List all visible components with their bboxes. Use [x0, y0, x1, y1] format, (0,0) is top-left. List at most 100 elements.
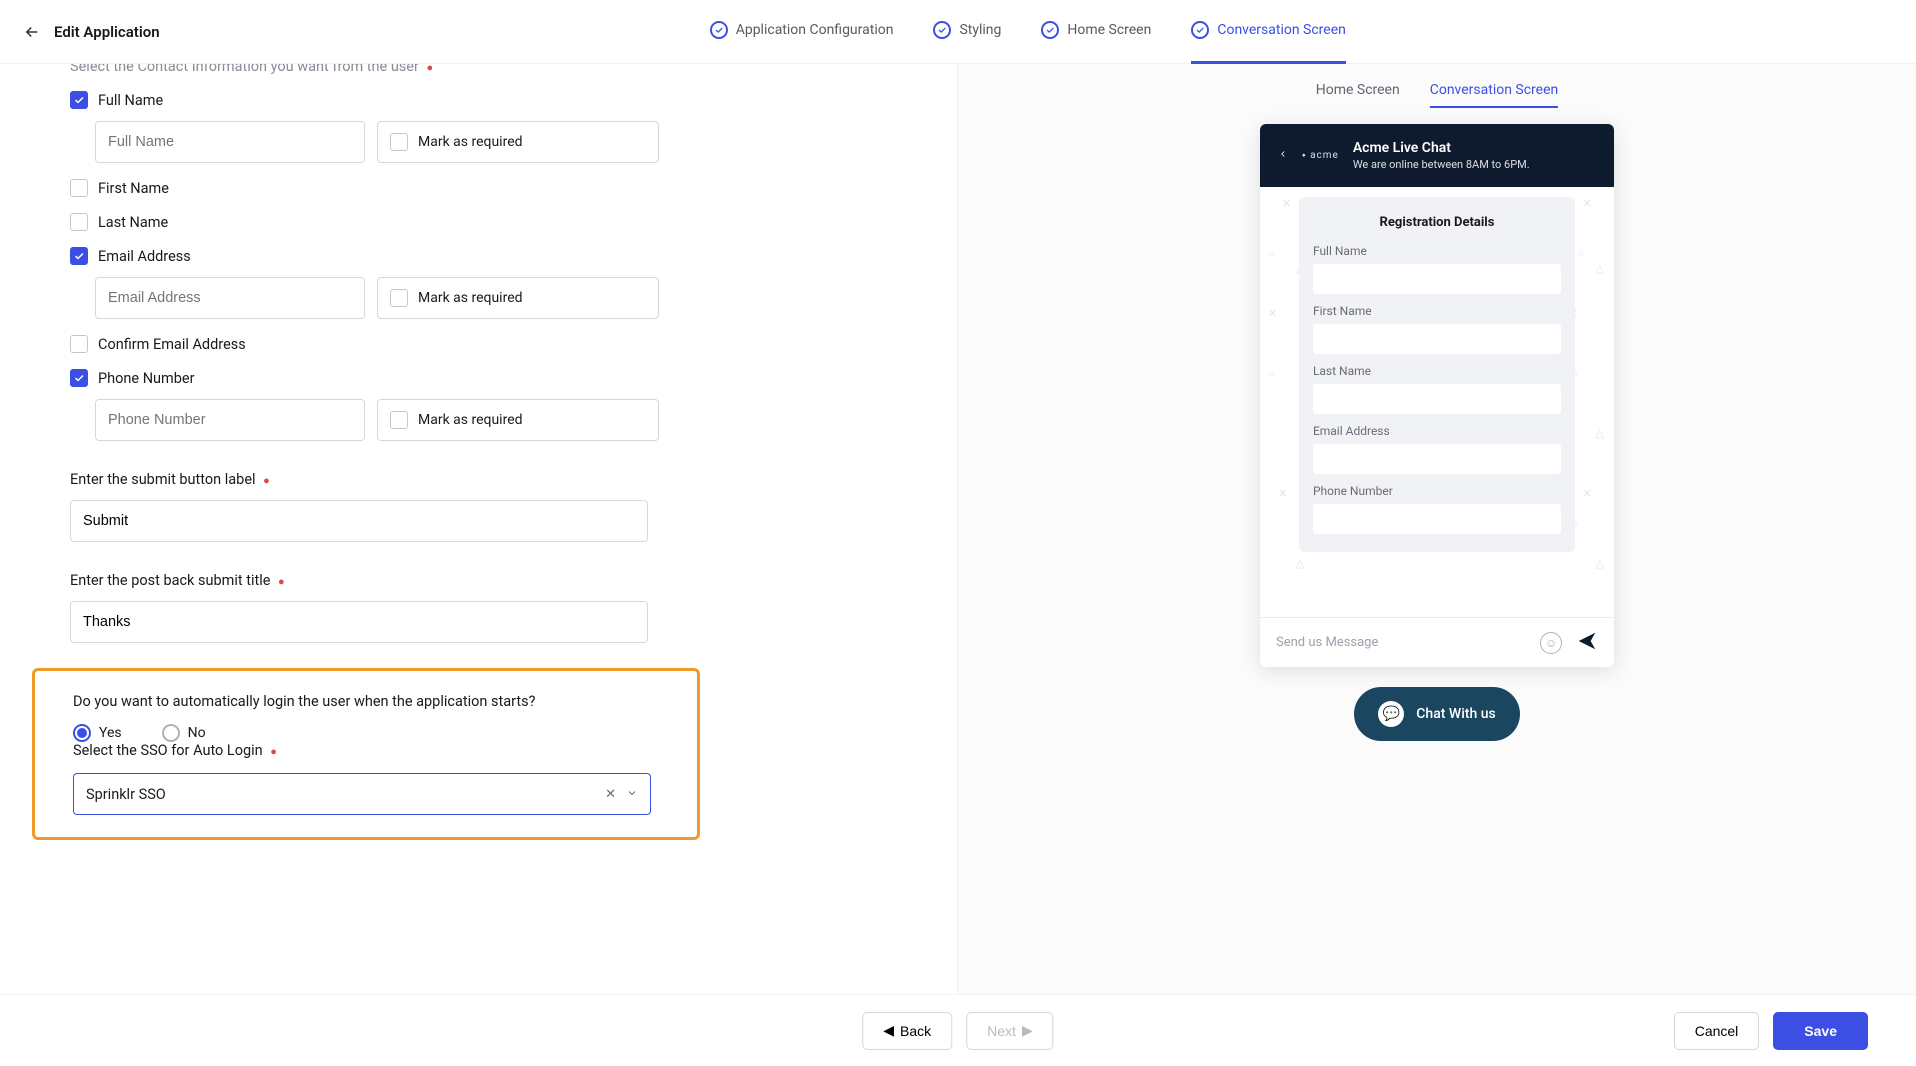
check-circle-icon [1191, 21, 1209, 39]
tab-label: Application Configuration [736, 22, 894, 38]
phone-logo: ⬩ acme [1302, 150, 1339, 161]
page-title: Edit Application [54, 23, 160, 41]
checkbox-icon [70, 213, 88, 231]
checkbox-icon [70, 179, 88, 197]
triangle-left-icon: ◀ [883, 1022, 894, 1039]
footer-bar: ◀ Back Next ▶ Cancel Save [0, 994, 1916, 1066]
tab-label: Home Screen [1067, 22, 1151, 38]
submit-label-input[interactable] [70, 500, 648, 542]
tab-styling[interactable]: Styling [933, 0, 1001, 64]
phone-title: Acme Live Chat [1353, 140, 1530, 156]
phone-input[interactable] [95, 399, 365, 441]
preview-tab-home[interactable]: Home Screen [1316, 74, 1400, 108]
button-label: Cancel [1695, 1023, 1739, 1039]
reg-card-title: Registration Details [1313, 215, 1561, 230]
button-label: Back [900, 1023, 931, 1039]
phone-subtitle: We are online between 8AM to 6PM. [1353, 158, 1530, 171]
reg-last-name-input[interactable] [1313, 384, 1561, 414]
checkbox-icon [390, 289, 408, 307]
checkbox-confirm-email[interactable]: Confirm Email Address [70, 335, 927, 353]
tab-home-screen[interactable]: Home Screen [1041, 0, 1151, 64]
full-name-input[interactable] [95, 121, 365, 163]
check-circle-icon [933, 21, 951, 39]
checkbox-email[interactable]: Email Address [70, 247, 927, 265]
back-button[interactable]: ◀ Back [862, 1012, 952, 1050]
wizard-tabs: Application Configuration Styling Home S… [160, 0, 1896, 64]
checkbox-label: Phone Number [98, 370, 195, 387]
check-circle-icon [710, 21, 728, 39]
message-input[interactable]: Send us Message [1276, 635, 1540, 650]
form-panel: Select the Contact Information you want … [0, 64, 958, 994]
reg-email-input[interactable] [1313, 444, 1561, 474]
chat-pill-label: Chat With us [1416, 706, 1495, 722]
phone-preview: ⬩ acme Acme Live Chat We are online betw… [1260, 124, 1614, 667]
send-icon[interactable] [1576, 630, 1598, 656]
tab-label: Conversation Screen [1217, 22, 1346, 38]
checkbox-icon [390, 133, 408, 151]
phone-header: ⬩ acme Acme Live Chat We are online betw… [1260, 124, 1614, 187]
app-header: Edit Application Application Configurati… [0, 0, 1916, 64]
auto-login-highlighted-section: Do you want to automatically login the u… [32, 668, 700, 840]
checkbox-icon [70, 91, 88, 109]
checkbox-icon [70, 247, 88, 265]
sso-select-label: Select the SSO for Auto Login ● [73, 742, 659, 759]
back-arrow-icon[interactable] [20, 20, 44, 44]
radio-no[interactable]: No [162, 724, 206, 742]
chat-with-us-button[interactable]: 💬 Chat With us [1354, 687, 1519, 741]
checkbox-icon [70, 335, 88, 353]
checkbox-icon [390, 411, 408, 429]
radio-icon [73, 724, 91, 742]
phone-required-toggle[interactable]: Mark as required [377, 399, 659, 441]
radio-label: No [188, 725, 206, 741]
registration-card: Registration Details Full Name First Nam… [1299, 197, 1575, 552]
preview-tab-conversation[interactable]: Conversation Screen [1430, 74, 1559, 108]
tab-label: Styling [959, 22, 1001, 38]
checkbox-last-name[interactable]: Last Name [70, 213, 927, 231]
radio-icon [162, 724, 180, 742]
reg-phone-input[interactable] [1313, 504, 1561, 534]
button-label: Next [987, 1023, 1016, 1039]
tab-app-config[interactable]: Application Configuration [710, 0, 894, 64]
checkbox-label: Email Address [98, 248, 191, 265]
postback-label: Enter the post back submit title ● [70, 572, 927, 589]
mark-label: Mark as required [418, 412, 523, 428]
reg-first-name-input[interactable] [1313, 324, 1561, 354]
email-input[interactable] [95, 277, 365, 319]
submit-label-label: Enter the submit button label ● [70, 471, 927, 488]
cancel-button[interactable]: Cancel [1674, 1012, 1760, 1050]
check-circle-icon [1041, 21, 1059, 39]
save-button[interactable]: Save [1773, 1012, 1868, 1050]
checkbox-first-name[interactable]: First Name [70, 179, 927, 197]
phone-back-icon[interactable] [1278, 147, 1288, 165]
reg-field-label: First Name [1313, 304, 1561, 318]
clear-icon[interactable]: ✕ [605, 787, 616, 802]
postback-input[interactable] [70, 601, 648, 643]
reg-field-label: Full Name [1313, 244, 1561, 258]
radio-yes[interactable]: Yes [73, 724, 122, 742]
reg-field-label: Email Address [1313, 424, 1561, 438]
checkbox-label: Confirm Email Address [98, 336, 246, 353]
emoji-icon[interactable]: ☺ [1540, 632, 1562, 654]
checkbox-label: First Name [98, 180, 169, 197]
full-name-required-toggle[interactable]: Mark as required [377, 121, 659, 163]
chevron-down-icon [626, 786, 638, 803]
radio-label: Yes [99, 725, 122, 741]
sso-select[interactable]: Sprinklr SSO ✕ [73, 773, 651, 815]
checkbox-phone[interactable]: Phone Number [70, 369, 927, 387]
reg-field-label: Phone Number [1313, 484, 1561, 498]
checkbox-label: Last Name [98, 214, 168, 231]
mark-label: Mark as required [418, 134, 523, 150]
checkbox-icon [70, 369, 88, 387]
triangle-right-icon: ▶ [1022, 1022, 1033, 1039]
select-value: Sprinklr SSO [86, 786, 166, 803]
checkbox-full-name[interactable]: Full Name [70, 91, 927, 109]
chat-bubble-icon: 💬 [1378, 701, 1404, 727]
phone-message-bar: Send us Message ☺ [1260, 617, 1614, 667]
section-label-contact: Select the Contact Information you want … [70, 64, 927, 75]
auto-login-question: Do you want to automatically login the u… [73, 693, 659, 710]
reg-full-name-input[interactable] [1313, 264, 1561, 294]
tab-conversation-screen[interactable]: Conversation Screen [1191, 0, 1346, 64]
email-required-toggle[interactable]: Mark as required [377, 277, 659, 319]
next-button[interactable]: Next ▶ [966, 1012, 1054, 1050]
button-label: Save [1804, 1023, 1837, 1039]
